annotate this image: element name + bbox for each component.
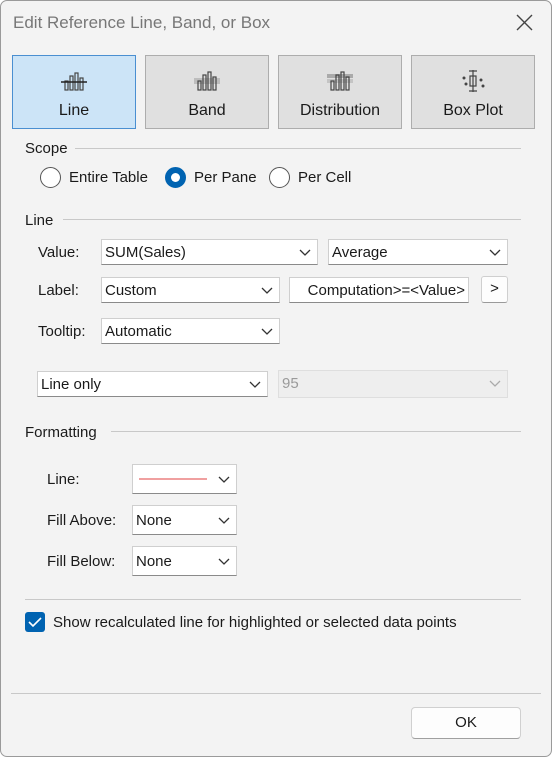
chevron-down-icon — [249, 381, 261, 388]
type-box-plot-label: Box Plot — [443, 102, 503, 119]
band-chart-icon — [194, 70, 220, 96]
type-band-button[interactable]: Band — [145, 55, 269, 129]
checkbox-checked-icon — [25, 612, 45, 632]
radio-checked-icon — [165, 167, 186, 188]
type-line-label: Line — [58, 102, 90, 119]
line-format-dropdown[interactable] — [132, 464, 237, 494]
label-label: Label: — [38, 282, 79, 299]
line-divider — [63, 219, 521, 220]
type-box-plot-button[interactable]: Box Plot — [411, 55, 535, 129]
recalc-line-label: Show recalculated line for highlighted o… — [53, 614, 457, 631]
distribution-chart-icon — [327, 70, 353, 96]
formatting-heading: Formatting — [25, 424, 97, 441]
title-bar: Edit Reference Line, Band, or Box — [1, 1, 551, 45]
fill-above-dropdown[interactable]: None — [132, 505, 237, 535]
line-chart-icon — [61, 70, 87, 96]
chevron-down-icon — [261, 287, 273, 294]
confidence-interval-dropdown: 95 — [278, 370, 508, 398]
fill-below-label: Fill Below: — [47, 553, 116, 570]
type-distribution-label: Distribution — [299, 102, 381, 119]
value-field-dropdown[interactable]: SUM(Sales) — [101, 239, 318, 265]
scope-heading: Scope — [25, 140, 68, 157]
custom-label-input[interactable]: Computation>=<Value> — [289, 277, 469, 303]
fill-above-text: None — [136, 512, 172, 529]
scope-per-pane-label: Per Pane — [194, 169, 257, 186]
label-mode-dropdown[interactable]: Custom — [101, 277, 280, 303]
chevron-down-icon — [489, 380, 501, 387]
scope-entire-table-label: Entire Table — [69, 169, 148, 186]
line-mode-text: Line only — [41, 376, 102, 393]
tooltip-label: Tooltip: — [38, 323, 86, 340]
edit-reference-line-dialog: Edit Reference Line, Band, or Box Line B… — [0, 0, 552, 757]
insert-label-field-button[interactable]: > — [481, 276, 508, 303]
type-line-button[interactable]: Line — [12, 55, 136, 129]
label-mode-text: Custom — [105, 282, 157, 299]
chevron-down-icon — [489, 249, 501, 256]
line-color-swatch — [139, 478, 207, 480]
ok-button[interactable]: OK — [411, 707, 521, 739]
formatting-divider — [111, 431, 521, 432]
aggregation-text: Average — [332, 244, 388, 261]
chevron-down-icon — [218, 558, 230, 565]
box-plot-icon — [460, 70, 486, 96]
recalc-divider — [25, 599, 521, 600]
chevron-down-icon — [261, 328, 273, 335]
type-band-label: Band — [188, 102, 226, 119]
footer-divider — [11, 693, 541, 694]
tooltip-mode-text: Automatic — [105, 323, 172, 340]
tooltip-mode-dropdown[interactable]: Automatic — [101, 318, 280, 344]
radio-unchecked-icon — [40, 167, 61, 188]
close-icon — [516, 14, 533, 31]
fill-below-dropdown[interactable]: None — [132, 546, 237, 576]
scope-per-cell-label: Per Cell — [298, 169, 352, 186]
aggregation-dropdown[interactable]: Average — [328, 239, 508, 265]
confidence-value-text: 95 — [282, 375, 299, 392]
line-heading: Line — [25, 212, 54, 229]
line-mode-dropdown[interactable]: Line only — [37, 371, 268, 397]
close-button[interactable] — [511, 10, 537, 36]
type-distribution-button[interactable]: Distribution — [278, 55, 402, 129]
dialog-title: Edit Reference Line, Band, or Box — [13, 13, 271, 32]
fill-above-label: Fill Above: — [47, 512, 117, 529]
chevron-down-icon — [218, 476, 230, 483]
radio-unchecked-icon — [269, 167, 290, 188]
fill-below-text: None — [136, 553, 172, 570]
line-format-label: Line: — [47, 471, 80, 488]
value-label: Value: — [38, 244, 80, 261]
value-field-text: SUM(Sales) — [105, 244, 186, 261]
chevron-down-icon — [299, 249, 311, 256]
chevron-down-icon — [218, 517, 230, 524]
scope-divider — [75, 148, 521, 149]
custom-label-text: Computation>=<Value> — [307, 282, 465, 299]
